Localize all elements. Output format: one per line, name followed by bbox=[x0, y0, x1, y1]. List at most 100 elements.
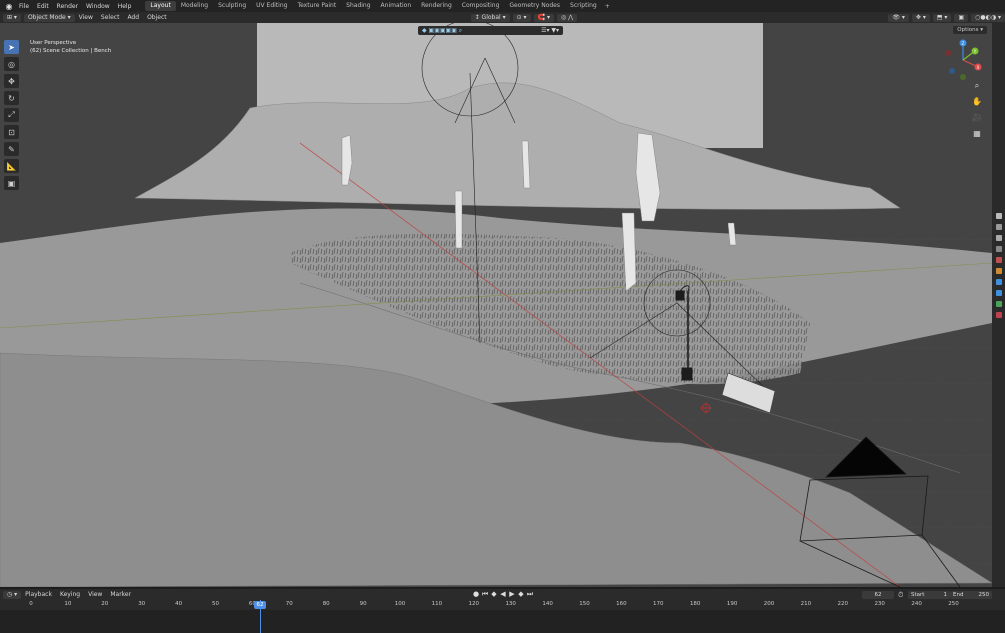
filter-icons[interactable]: ◆ ▣▣▣▣▣ ⌕ bbox=[422, 27, 462, 35]
tab-uv-editing[interactable]: UV Editing bbox=[251, 1, 292, 11]
menu-render[interactable]: Render bbox=[57, 3, 78, 10]
tab-compositing[interactable]: Compositing bbox=[457, 1, 505, 11]
playhead-frame-label[interactable]: 62 bbox=[254, 601, 266, 609]
current-frame-field[interactable]: 62 bbox=[862, 591, 894, 599]
menu-window[interactable]: Window bbox=[86, 3, 110, 10]
tab-shading[interactable]: Shading bbox=[341, 1, 375, 11]
output-tab-icon[interactable] bbox=[995, 235, 1002, 241]
view-layer-tab-icon[interactable] bbox=[995, 246, 1002, 252]
tab-geometry-nodes[interactable]: Geometry Nodes bbox=[504, 1, 565, 11]
move-tool-icon[interactable]: ✥ bbox=[4, 74, 19, 88]
proportional-editing-button[interactable]: ◎ ⋀ bbox=[556, 13, 578, 22]
transform-tool-icon[interactable]: ⊡ bbox=[4, 125, 19, 139]
3d-viewport[interactable]: ➤ ◎ ✥ ↻ ⤢ ⊡ ✎ 📐 ▣ User Perspective (62) … bbox=[0, 23, 992, 587]
end-label: End bbox=[953, 592, 964, 598]
tab-texture-paint[interactable]: Texture Paint bbox=[292, 1, 341, 11]
frame-tick: 40 bbox=[175, 601, 183, 607]
play-reverse-icon[interactable]: ◀ bbox=[499, 590, 507, 598]
overlay-toggle-button[interactable]: ⬒ ▾ bbox=[932, 13, 952, 22]
tool-shelf: ➤ ◎ ✥ ↻ ⤢ ⊡ ✎ 📐 ▣ bbox=[4, 40, 20, 193]
menu-file[interactable]: File bbox=[19, 3, 29, 10]
annotate-tool-icon[interactable]: ✎ bbox=[4, 142, 19, 156]
constraints-tab-icon[interactable] bbox=[995, 301, 1002, 307]
timeline-menu-view[interactable]: View bbox=[88, 591, 102, 598]
menu-edit[interactable]: Edit bbox=[37, 3, 49, 10]
viewport-menu-add[interactable]: Add bbox=[127, 14, 139, 21]
transform-orientation-dropdown[interactable]: ↕ Global ▾ bbox=[470, 13, 510, 22]
frame-tick: 230 bbox=[874, 601, 885, 607]
viewport-header: ⊞ ▾ Object Mode ▾ View Select Add Object ↕ … bbox=[0, 12, 1005, 23]
frame-tick: 120 bbox=[468, 601, 480, 607]
tab-modeling[interactable]: Modeling bbox=[176, 1, 213, 11]
next-keyframe-icon[interactable]: ◆ bbox=[517, 590, 525, 598]
object-type-filter-bar[interactable]: ◆ ▣▣▣▣▣ ⌕ ☰▾ ▼▾ bbox=[418, 26, 563, 35]
record-icon[interactable]: ● bbox=[472, 590, 480, 598]
frame-tick: 140 bbox=[542, 601, 553, 607]
frame-tick: 150 bbox=[579, 601, 590, 607]
play-icon[interactable]: ▶ bbox=[508, 590, 516, 598]
collection-info-label: (62) Scene Collection | Bench bbox=[30, 48, 112, 54]
shading-mode-buttons[interactable]: ○●◐◑ ▾ bbox=[971, 13, 1005, 22]
tab-layout[interactable]: Layout bbox=[145, 1, 176, 11]
tool-tab-icon[interactable] bbox=[995, 213, 1002, 219]
timeline-editor-type-button[interactable]: ◷ ▾ bbox=[3, 590, 22, 599]
pivot-point-button[interactable]: ⊙ ▾ bbox=[512, 13, 531, 22]
options-label: Options bbox=[957, 27, 979, 33]
frame-tick: 80 bbox=[322, 601, 330, 607]
modifier-tab-icon[interactable] bbox=[995, 279, 1002, 285]
blender-logo-icon[interactable]: ◉ bbox=[3, 0, 15, 12]
select-box-tool-icon[interactable]: ➤ bbox=[4, 40, 19, 54]
rotate-tool-icon[interactable]: ↻ bbox=[4, 91, 19, 105]
filter-dropdown-icon[interactable]: ☰▾ ▼▾ bbox=[541, 27, 559, 34]
viewport-menu-object[interactable]: Object bbox=[147, 14, 167, 21]
frame-tick: 50 bbox=[212, 601, 219, 607]
pan-hand-icon[interactable]: ✋ bbox=[972, 97, 982, 107]
editor-type-button[interactable]: ⊞ ▾ bbox=[3, 13, 21, 22]
frame-tick: 160 bbox=[616, 601, 627, 607]
navigation-gizmo[interactable]: Z X Y bbox=[940, 37, 986, 83]
zoom-icon[interactable]: ⌕ bbox=[972, 81, 982, 91]
material-tab-icon[interactable] bbox=[995, 312, 1002, 318]
options-button[interactable]: Options ▾ bbox=[953, 26, 987, 34]
snap-button[interactable]: 🧲 ▾ bbox=[533, 13, 554, 22]
frame-tick: 210 bbox=[800, 601, 812, 607]
ortho-grid-icon[interactable]: ▦ bbox=[972, 129, 982, 139]
jump-start-icon[interactable]: ⏮ bbox=[481, 590, 489, 598]
timeline-menu-keying[interactable]: Keying bbox=[60, 591, 80, 598]
menu-help[interactable]: Help bbox=[118, 3, 132, 10]
render-tab-icon[interactable] bbox=[995, 224, 1002, 230]
tab-sculpting[interactable]: Sculpting bbox=[213, 1, 251, 11]
current-frame-value: 62 bbox=[874, 592, 882, 598]
camera-view-icon[interactable]: 🎥 bbox=[972, 113, 982, 123]
add-cube-tool-icon[interactable]: ▣ bbox=[4, 176, 19, 190]
timeline-menu-playback[interactable]: Playback bbox=[25, 591, 52, 598]
scale-tool-icon[interactable]: ⤢ bbox=[4, 108, 19, 122]
frame-tick: 250 bbox=[948, 601, 959, 607]
object-mode-dropdown[interactable]: Object Mode ▾ bbox=[23, 13, 75, 22]
particles-tab-icon[interactable] bbox=[995, 290, 1002, 296]
timeline-menu-marker[interactable]: Marker bbox=[110, 591, 131, 598]
prev-keyframe-icon[interactable]: ◆ bbox=[490, 590, 498, 598]
end-frame-field[interactable]: End 250 bbox=[950, 591, 992, 599]
frame-tick: 90 bbox=[359, 601, 367, 607]
add-workspace-button[interactable]: + bbox=[605, 3, 610, 10]
xray-button[interactable]: ▣ bbox=[954, 13, 969, 22]
start-frame-field[interactable]: Start 1 bbox=[908, 591, 950, 599]
object-tab-icon[interactable] bbox=[995, 268, 1002, 274]
timeline-track[interactable] bbox=[0, 610, 1005, 633]
frame-ruler[interactable]: 0 10 20 30 40 50 60 70 80 90 100 110 120 130 140 150 160… bbox=[0, 600, 1005, 610]
tab-scripting[interactable]: Scripting bbox=[565, 1, 602, 11]
viewport-menu-select[interactable]: Select bbox=[101, 14, 120, 21]
tab-animation[interactable]: Animation bbox=[376, 1, 417, 11]
preview-range-icon[interactable]: ⏱ bbox=[898, 591, 903, 600]
scene-tab-icon[interactable] bbox=[995, 257, 1002, 263]
measure-tool-icon[interactable]: 📐 bbox=[4, 159, 19, 173]
viewport-info: User Perspective (62) Scene Collection |… bbox=[30, 39, 111, 55]
visibility-button[interactable]: 👁 ▾ bbox=[888, 13, 909, 22]
tab-rendering[interactable]: Rendering bbox=[416, 1, 457, 11]
jump-end-icon[interactable]: ⏭ bbox=[526, 590, 534, 598]
cursor-tool-icon[interactable]: ◎ bbox=[4, 57, 19, 71]
gizmo-toggle-button[interactable]: ✥ ▾ bbox=[911, 13, 930, 22]
playback-controls: ● ⏮ ◆ ◀ ▶ ◆ ⏭ bbox=[472, 590, 535, 598]
viewport-menu-view[interactable]: View bbox=[79, 14, 93, 21]
